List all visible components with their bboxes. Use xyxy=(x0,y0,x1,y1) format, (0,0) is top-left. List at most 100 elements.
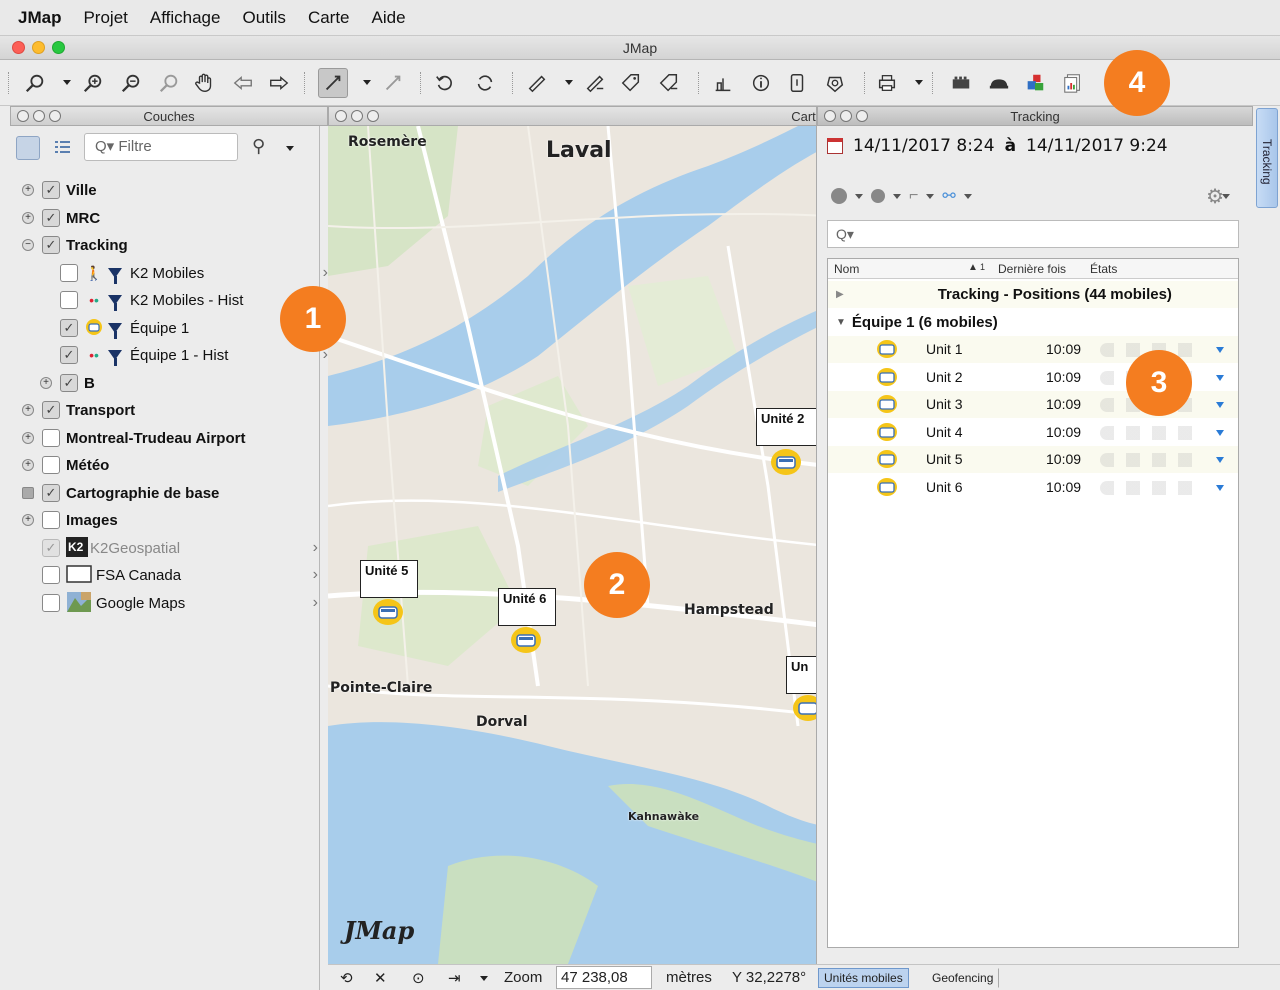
layer-k2-mobiles-hist[interactable]: •• K2 Mobiles - Hist xyxy=(60,288,243,312)
panel-close-icon[interactable] xyxy=(335,110,347,122)
marker-style-icon[interactable] xyxy=(831,188,847,204)
column-states[interactable]: États xyxy=(1090,262,1117,276)
tab-mobile-units[interactable]: Unités mobiles xyxy=(818,968,909,988)
layer-google-maps[interactable]: Google Maps › xyxy=(42,591,318,615)
pan-hand-icon[interactable] xyxy=(190,68,220,98)
location-icon[interactable]: ⊙ xyxy=(412,969,425,987)
layer-equipe-1[interactable]: ✓ Équipe 1 xyxy=(60,316,189,340)
map-canvas[interactable]: Rosemère Laval Hampstead Pointe-Claire D… xyxy=(328,126,828,964)
film-icon[interactable] xyxy=(946,68,976,98)
pin-icon[interactable]: ⚲ xyxy=(252,136,265,157)
print-icon[interactable] xyxy=(872,68,902,98)
zoom-value-input[interactable]: 47 238,08 xyxy=(556,966,652,989)
expand-triangle-icon[interactable]: ▶ xyxy=(836,289,844,300)
zoom-in-icon[interactable] xyxy=(78,68,108,98)
layer-k2geospatial[interactable]: ✓ K2 K2Geospatial › xyxy=(42,536,318,560)
layer-checkbox[interactable]: ✓ xyxy=(42,181,60,199)
layer-transport[interactable]: + ✓ Transport xyxy=(22,398,135,422)
label-tag-icon[interactable] xyxy=(616,68,646,98)
unit-5-label[interactable]: Unité 5 xyxy=(360,560,418,598)
undo-icon[interactable] xyxy=(430,68,460,98)
collapse-icon[interactable]: − xyxy=(22,239,34,251)
menu-projet[interactable]: Projet xyxy=(83,8,127,28)
layer-checkbox[interactable]: ✓ xyxy=(42,236,60,254)
zoom-out-icon[interactable] xyxy=(116,68,146,98)
row-dropdown-icon[interactable] xyxy=(1216,485,1224,491)
report-icon[interactable] xyxy=(1058,68,1088,98)
rotate-icon[interactable]: ⟲ xyxy=(340,969,353,987)
layer-ville[interactable]: + ✓ Ville xyxy=(22,178,97,202)
print-dropdown-icon[interactable] xyxy=(915,80,923,85)
layer-fsa-canada[interactable]: FSA Canada › xyxy=(42,563,318,587)
layer-checkbox[interactable] xyxy=(42,456,60,474)
group-row-team[interactable]: ▼ Équipe 1 (6 mobiles) xyxy=(828,309,1238,336)
full-extent-icon[interactable]: ✕ xyxy=(374,969,387,987)
forward-arrow-icon[interactable] xyxy=(264,68,294,98)
layer-tracking[interactable]: − ✓ Tracking xyxy=(22,233,128,257)
menu-affichage[interactable]: Affichage xyxy=(150,8,221,28)
back-arrow-icon[interactable] xyxy=(228,68,258,98)
label-clear-icon[interactable] xyxy=(654,68,684,98)
unit-6-label[interactable]: Unité 6 xyxy=(498,588,556,626)
layer-base-cartography[interactable]: ✓ Cartographie de base xyxy=(22,481,219,505)
layer-checkbox[interactable]: ✓ xyxy=(60,346,78,364)
measure-icon[interactable] xyxy=(522,68,552,98)
select-clear-icon[interactable] xyxy=(378,68,408,98)
layer-checkbox[interactable]: ✓ xyxy=(42,209,60,227)
calendar-icon[interactable] xyxy=(827,138,843,154)
unit-2-taxi-icon[interactable] xyxy=(770,448,802,476)
scale-dropdown-icon[interactable] xyxy=(480,976,488,981)
expand-icon[interactable]: + xyxy=(22,459,34,471)
layer-equipe-1-hist[interactable]: ✓ •• Équipe 1 - Hist › xyxy=(60,343,328,367)
menu-app[interactable]: JMap xyxy=(18,8,61,28)
layer-checkbox[interactable] xyxy=(42,511,60,529)
path-icon[interactable]: ⌐ xyxy=(909,187,918,205)
sort-ascending-icon[interactable]: ▲ xyxy=(968,262,978,273)
point-style-icon[interactable] xyxy=(871,189,885,203)
point-style-dropdown-icon[interactable] xyxy=(893,193,901,199)
table-row[interactable]: Unit 4 10:09 xyxy=(828,419,1238,446)
expand-icon[interactable]: + xyxy=(40,377,52,389)
measure-dropdown-icon[interactable] xyxy=(565,80,573,85)
collapse-triangle-icon[interactable]: ▼ xyxy=(836,317,846,328)
expand-icon[interactable]: + xyxy=(22,514,34,526)
layer-b[interactable]: + ✓ B xyxy=(40,371,95,395)
chart-icon[interactable] xyxy=(708,68,738,98)
layer-checkbox[interactable] xyxy=(42,566,60,584)
table-row[interactable]: Unit 5 10:09 xyxy=(828,446,1238,473)
row-dropdown-icon[interactable] xyxy=(1216,430,1224,436)
network-icon[interactable]: ⚯ xyxy=(942,186,955,206)
measure-clear-icon[interactable] xyxy=(580,68,610,98)
layer-checkbox[interactable]: ✓ xyxy=(60,319,78,337)
column-last-time[interactable]: Dernière fois xyxy=(998,262,1066,276)
chevron-right-icon[interactable]: › xyxy=(313,539,318,557)
expand-icon[interactable]: + xyxy=(22,432,34,444)
list-view-icon[interactable] xyxy=(54,138,72,156)
layer-checkbox[interactable]: ✓ xyxy=(42,539,60,557)
zoom-tool-icon[interactable] xyxy=(20,68,50,98)
layer-checkbox[interactable]: ✓ xyxy=(42,484,60,502)
zoom-tool-dropdown-icon[interactable] xyxy=(63,80,71,85)
row-dropdown-icon[interactable] xyxy=(1216,457,1224,463)
layer-checkbox[interactable] xyxy=(42,594,60,612)
row-dropdown-icon[interactable] xyxy=(1216,347,1224,353)
chevron-right-icon[interactable]: › xyxy=(313,594,318,612)
marker-style-dropdown-icon[interactable] xyxy=(855,193,863,199)
expand-icon[interactable]: + xyxy=(22,404,34,416)
tracking-date-range[interactable]: 14/11/2017 8:24 à 14/11/2017 9:24 xyxy=(827,136,1168,156)
zoom-extent-icon[interactable] xyxy=(154,68,184,98)
tracking-side-tab[interactable]: Tracking xyxy=(1256,108,1278,208)
pin-dropdown-icon[interactable] xyxy=(286,146,294,151)
geocode-icon[interactable] xyxy=(820,68,850,98)
network-dropdown-icon[interactable] xyxy=(963,193,972,199)
menu-carte[interactable]: Carte xyxy=(308,8,350,28)
layer-checkbox[interactable] xyxy=(60,264,78,282)
gear-dropdown-icon[interactable] xyxy=(1222,194,1230,199)
layer-checkbox[interactable]: ✓ xyxy=(60,374,78,392)
path-dropdown-icon[interactable] xyxy=(926,193,935,199)
table-row[interactable]: Unit 6 10:09 xyxy=(828,474,1238,501)
scale-icon[interactable]: ⇥ xyxy=(448,969,461,987)
tab-geofencing[interactable]: Geofencing xyxy=(926,968,1000,988)
layer-meteo[interactable]: + Météo xyxy=(22,453,109,477)
unit-6-taxi-icon[interactable] xyxy=(510,626,542,654)
